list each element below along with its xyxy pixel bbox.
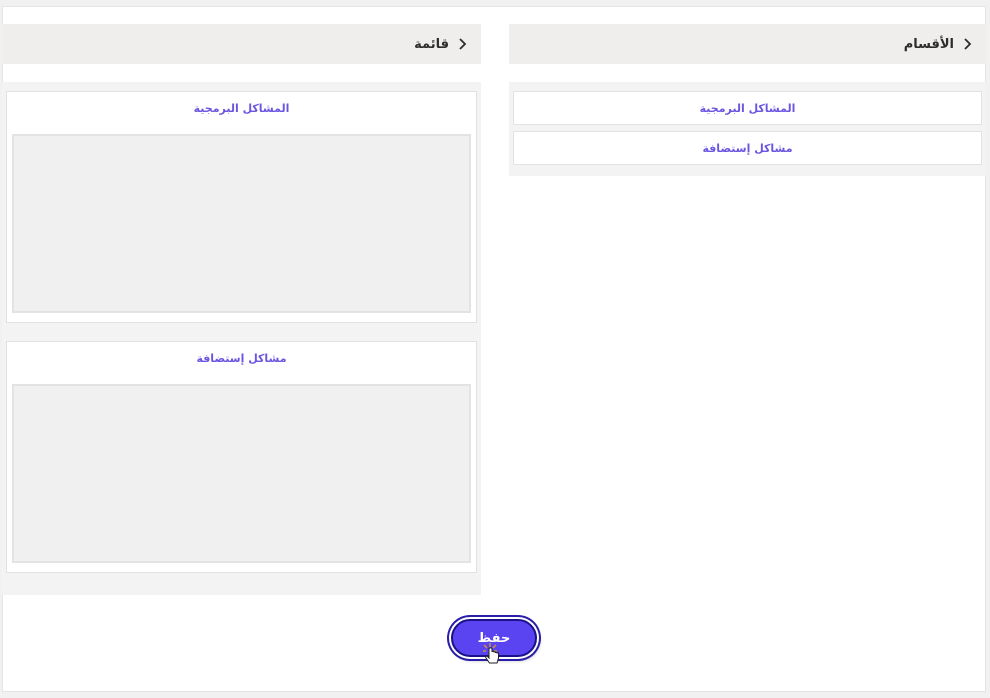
chevron-right-icon <box>964 38 972 50</box>
chevron-right-icon <box>459 38 467 50</box>
list-panel-header[interactable]: قائمة <box>2 24 481 64</box>
sections-panel-title: الأقسام <box>903 36 954 52</box>
list-card-hosting: مشاكل إستضافة <box>6 341 477 573</box>
list-drop-area[interactable] <box>12 134 471 313</box>
list-card-title: المشاكل البرمجية <box>193 102 290 115</box>
list-card-programming: المشاكل البرمجية <box>6 91 477 323</box>
hand-pointer-icon <box>483 643 499 664</box>
list-card-title: مشاكل إستضافة <box>196 352 287 365</box>
list-panel-body: المشاكل البرمجية مشاكل إستضافة <box>2 82 481 595</box>
sections-panel-header[interactable]: الأقسام <box>509 24 986 64</box>
list-drop-area[interactable] <box>12 384 471 563</box>
section-item-hosting[interactable]: مشاكل إستضافة <box>513 131 982 165</box>
sections-panel-body: المشاكل البرمجية مشاكل إستضافة <box>509 82 986 176</box>
section-item-programming[interactable]: المشاكل البرمجية <box>513 91 982 125</box>
list-panel-title: قائمة <box>414 36 449 52</box>
